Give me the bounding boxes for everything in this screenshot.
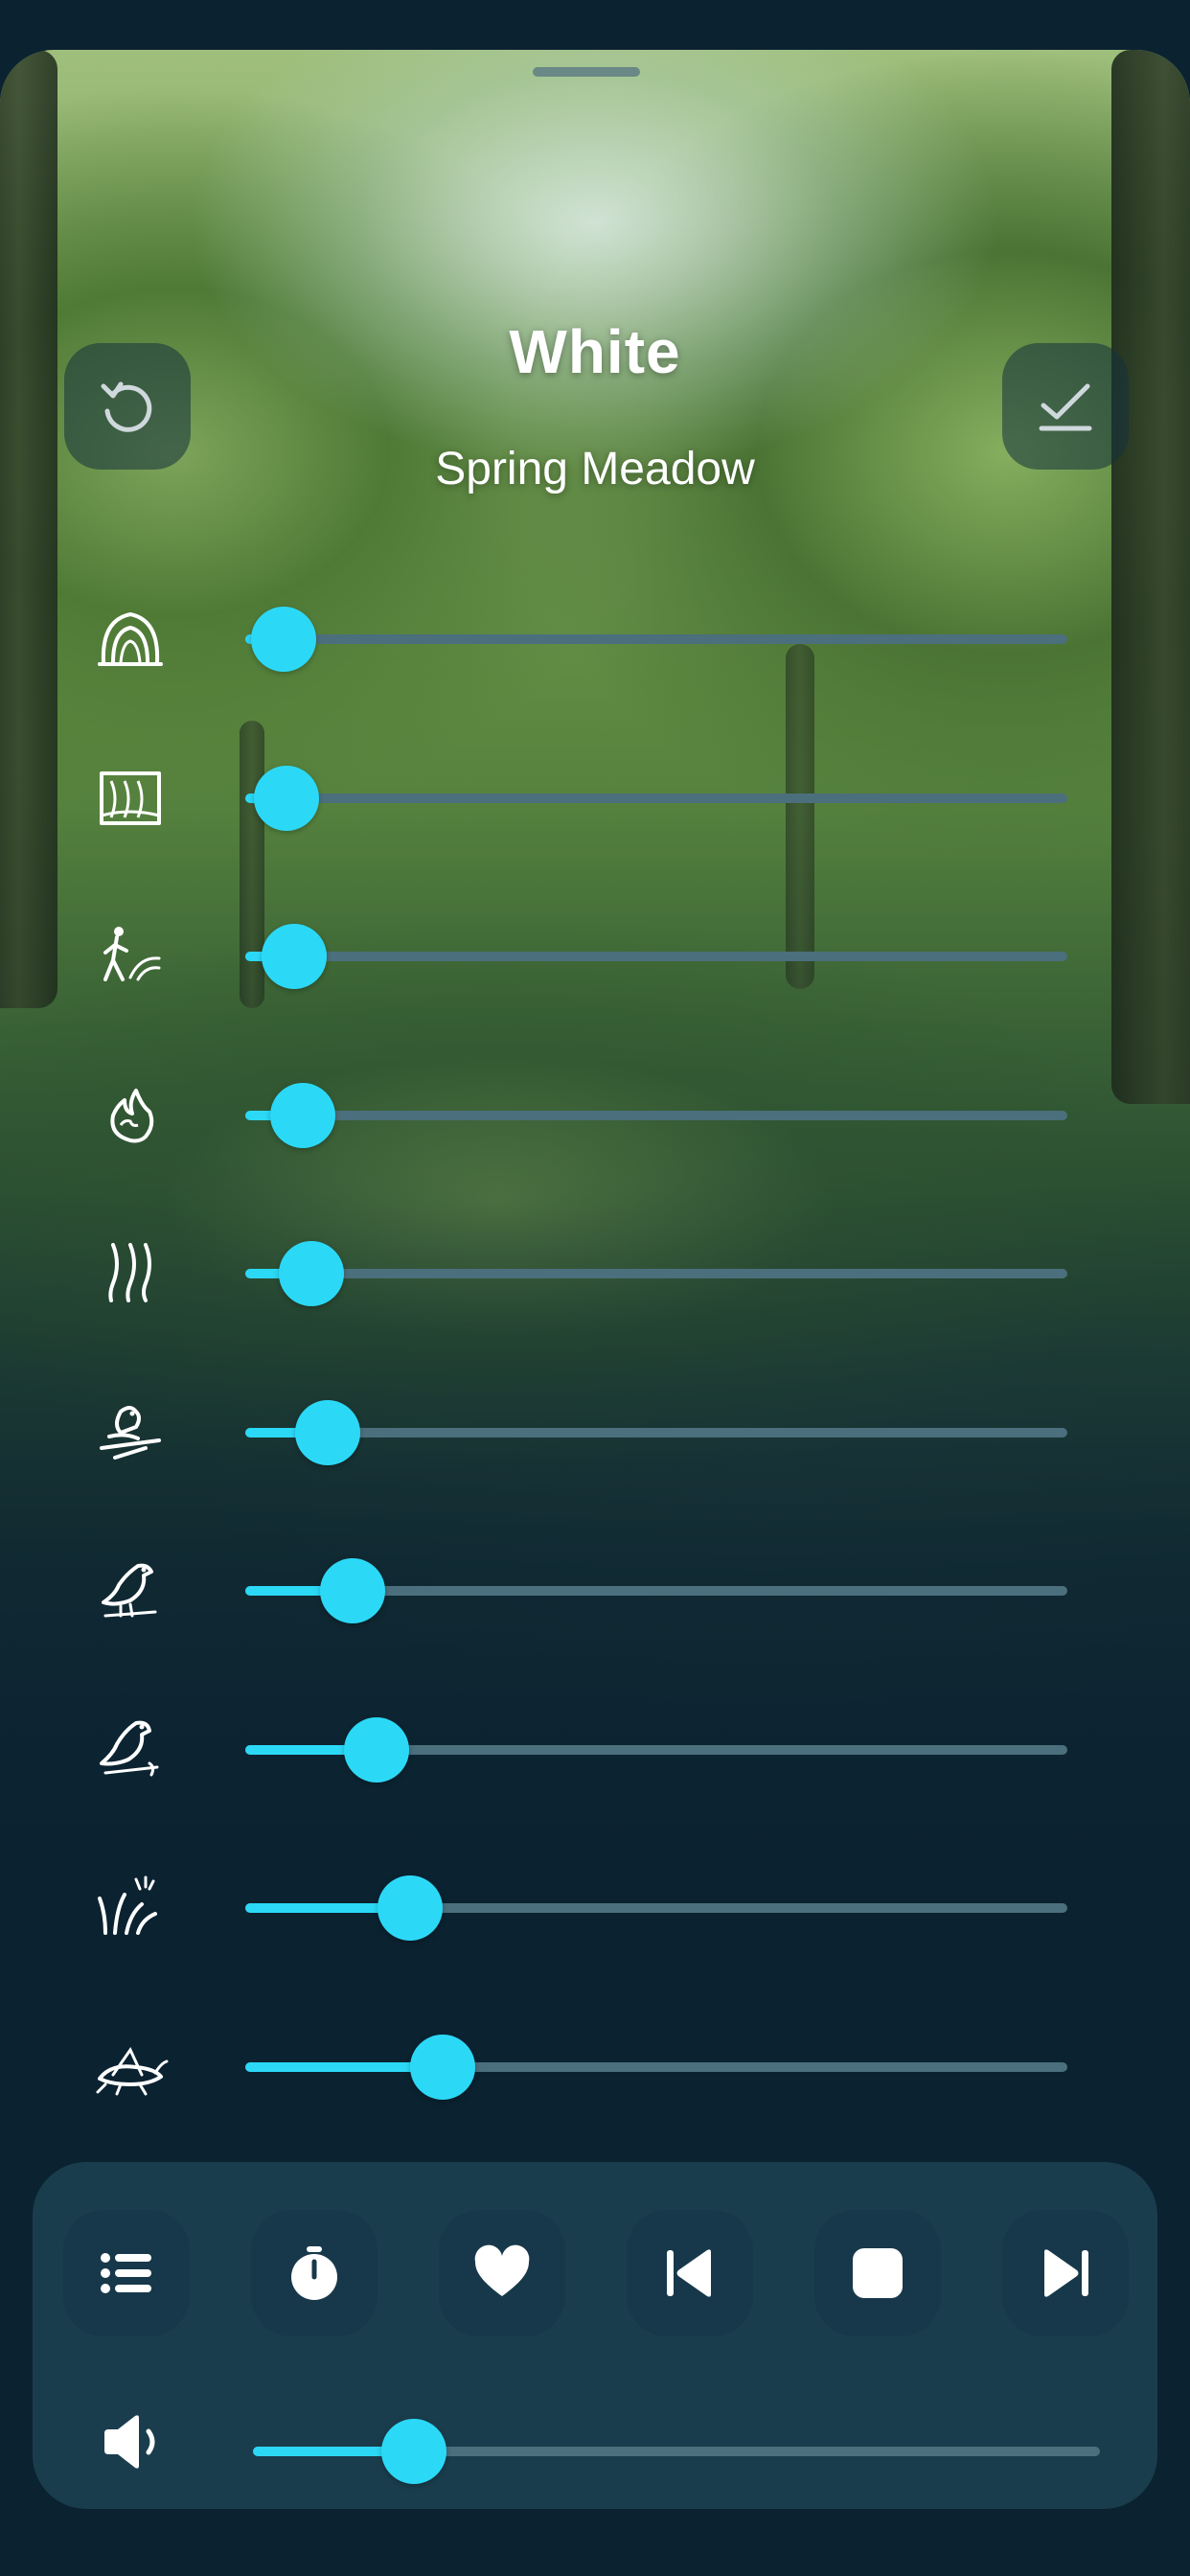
mixer-row — [0, 1712, 1190, 1788]
mixer-row — [0, 760, 1190, 837]
favorite-button[interactable] — [439, 2210, 565, 2336]
volume-slider[interactable] — [245, 1400, 1067, 1465]
volume-slider[interactable] — [245, 1083, 1067, 1148]
cricket-icon[interactable] — [92, 2029, 169, 2105]
speaker-icon[interactable] — [94, 2404, 171, 2480]
previous-icon — [659, 2242, 721, 2304]
volume-slider[interactable] — [253, 2419, 1100, 2484]
sound-title: White — [509, 317, 681, 386]
grass-icon[interactable] — [92, 1870, 169, 1946]
slider-thumb[interactable] — [377, 1875, 443, 1941]
list-icon — [96, 2242, 157, 2304]
mixer-row — [0, 2029, 1190, 2105]
volume-slider[interactable] — [245, 766, 1067, 831]
stop-button[interactable] — [814, 2210, 941, 2336]
cave-icon[interactable] — [92, 601, 169, 678]
slider-thumb[interactable] — [251, 607, 316, 672]
mixer-row — [0, 1235, 1190, 1312]
slider-thumb[interactable] — [270, 1083, 336, 1148]
playlist-button[interactable] — [63, 2210, 190, 2336]
mixer-row — [0, 601, 1190, 678]
mix-name: Spring Meadow — [435, 444, 755, 494]
slider-thumb[interactable] — [262, 924, 328, 989]
tree-trunk-left — [0, 50, 57, 1008]
creek-hiker-icon[interactable] — [92, 918, 169, 995]
volume-slider[interactable] — [245, 1558, 1067, 1623]
sheet-handle[interactable] — [533, 67, 640, 77]
volume-slider[interactable] — [245, 2035, 1067, 2100]
stream-icon[interactable] — [92, 1235, 169, 1312]
mixer-row — [0, 1394, 1190, 1471]
volume-slider[interactable] — [245, 924, 1067, 989]
slider-thumb[interactable] — [319, 1558, 385, 1623]
songbird-icon[interactable] — [92, 1552, 169, 1629]
volume-slider[interactable] — [245, 607, 1067, 672]
volume-slider[interactable] — [245, 1241, 1067, 1306]
volume-thumb[interactable] — [380, 2419, 446, 2484]
mixer-row — [0, 918, 1190, 995]
timer-icon — [284, 2242, 345, 2304]
heart-icon — [471, 2242, 533, 2304]
volume-slider[interactable] — [245, 1875, 1067, 1941]
waterfall-icon[interactable] — [92, 760, 169, 837]
slider-thumb[interactable] — [253, 766, 319, 831]
birds-branch-icon[interactable] — [92, 1394, 169, 1471]
mixer-row — [0, 1870, 1190, 1946]
slider-thumb[interactable] — [344, 1717, 410, 1782]
mixer-row — [0, 1552, 1190, 1629]
slider-thumb[interactable] — [278, 1241, 344, 1306]
player-panel — [33, 2162, 1157, 2509]
slider-thumb[interactable] — [294, 1400, 360, 1465]
slider-thumb[interactable] — [409, 2035, 475, 2100]
volume-slider[interactable] — [245, 1717, 1067, 1782]
previous-button[interactable] — [627, 2210, 753, 2336]
next-icon — [1035, 2242, 1096, 2304]
mixer-row — [0, 1077, 1190, 1154]
timer-button[interactable] — [251, 2210, 378, 2336]
next-button[interactable] — [1002, 2210, 1129, 2336]
stop-icon — [847, 2242, 908, 2304]
fire-icon[interactable] — [92, 1077, 169, 1154]
bird-perched-icon[interactable] — [92, 1712, 169, 1788]
